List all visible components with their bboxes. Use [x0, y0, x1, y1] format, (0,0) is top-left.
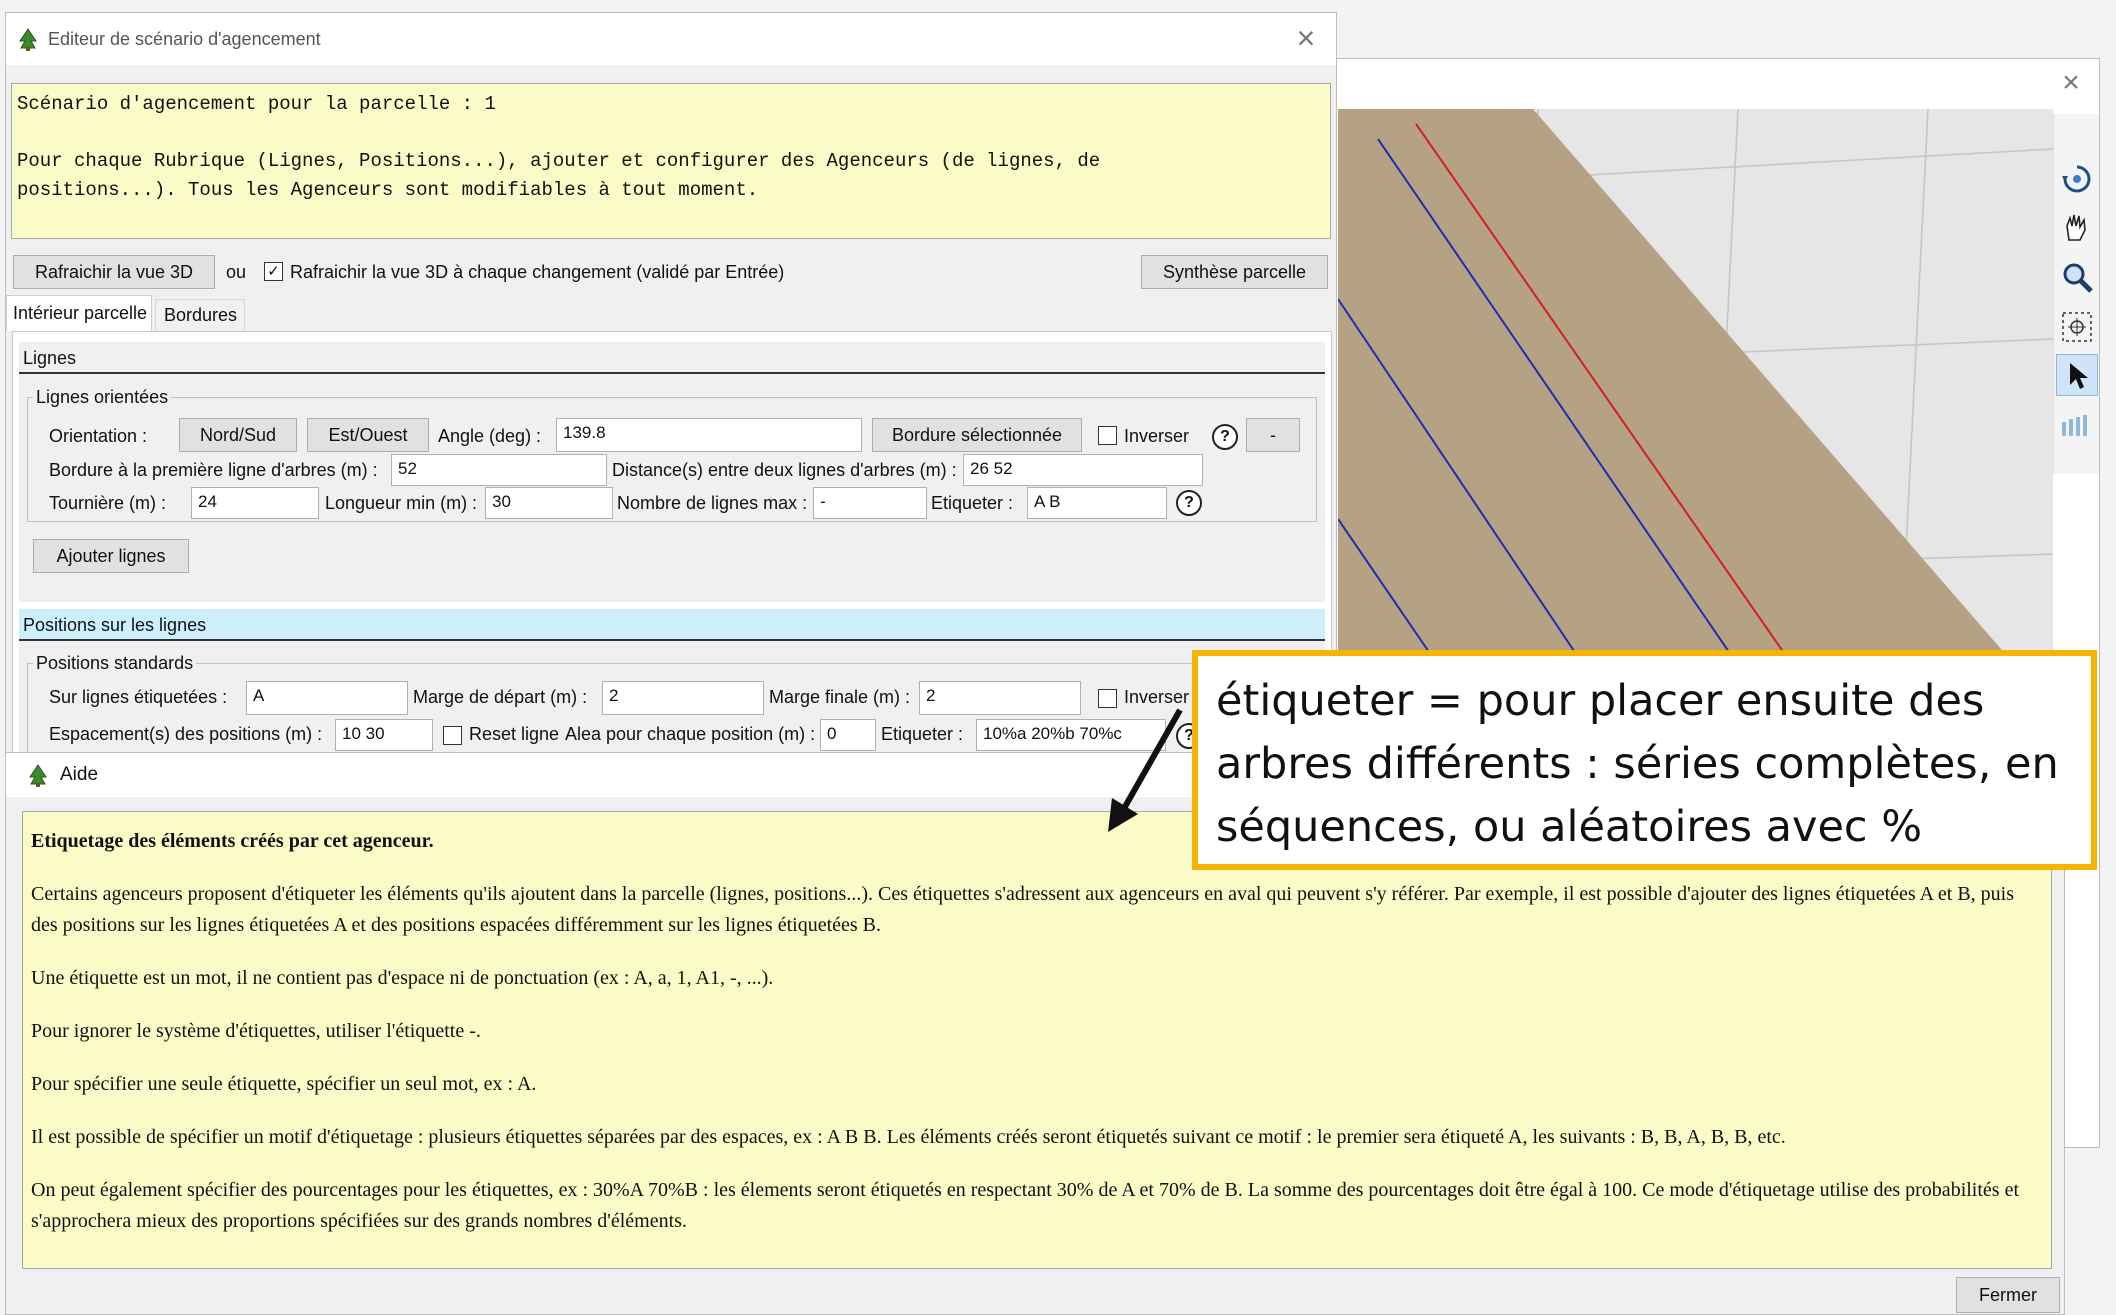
positions-header-rule — [19, 639, 1325, 641]
editor-close-button[interactable]: × — [1289, 19, 1323, 57]
marge-finale-input[interactable]: 2 — [919, 681, 1081, 715]
positions-header: Positions sur les lignes — [23, 615, 207, 635]
aide-paragraph-5: Il est possible de spécifier un motif d'… — [31, 1126, 1786, 1148]
editor-title: Editeur de scénario d'agencement — [48, 29, 321, 49]
lignes-orientees-title: Lignes orientées — [33, 385, 172, 409]
distance-lignes-input[interactable]: 26 52 — [963, 454, 1203, 486]
positions-etiqueter-label: Etiqueter : — [881, 724, 964, 744]
lignes-inverser-checkbox[interactable] — [1098, 426, 1117, 445]
alea-input[interactable]: 0 — [820, 719, 876, 751]
nord-sud-button[interactable]: Nord/Sud — [179, 418, 297, 452]
ajouter-lignes-button[interactable]: Ajouter lignes — [33, 539, 189, 573]
zoom-icon[interactable] — [2060, 260, 2094, 294]
aide-paragraph-6: On peut également spécifier des pourcent… — [31, 1179, 2020, 1232]
auto-refresh-checkbox[interactable]: ✓ — [264, 262, 283, 281]
bordure-premiere-input[interactable]: 52 — [391, 454, 607, 486]
bordure-selectionnee-button[interactable]: Bordure sélectionnée — [872, 418, 1082, 452]
lignes-header: Lignes — [23, 348, 77, 368]
aide-content: Etiquetage des éléments créés par cet ag… — [22, 811, 2052, 1269]
view3d-canvas[interactable] — [1338, 109, 2053, 709]
lignes-etiqueter-label: Etiqueter : — [931, 493, 1014, 513]
info-line-parcel: Scénario d'agencement pour la parcelle :… — [17, 93, 496, 115]
marge-depart-input[interactable]: 2 — [602, 681, 764, 715]
longueur-min-input[interactable]: 30 — [485, 487, 613, 519]
lignes-inverser-label: Inverser — [1124, 426, 1190, 446]
espacement-input[interactable]: 10 30 — [335, 719, 433, 751]
positions-header-bar — [19, 609, 1325, 639]
callout-text: étiqueter = pour placer ensuite des arbr… — [1216, 676, 2059, 852]
view3d-close-button[interactable]: × — [2056, 65, 2086, 101]
angle-input[interactable]: 139.8 — [556, 418, 862, 452]
aide-title: Aide — [60, 764, 99, 785]
sur-lignes-label: Sur lignes étiquetées : — [49, 687, 228, 707]
info-line-instructions-1: Pour chaque Rubrique (Lignes, Positions.… — [17, 150, 1101, 172]
lignes-section: Lignes Lignes orientées Orientation : No… — [19, 342, 1325, 602]
or-text: ou — [226, 262, 247, 282]
lignes-etiqueter-input[interactable]: A B — [1027, 487, 1167, 519]
reset-ligne-checkbox[interactable] — [443, 726, 462, 745]
tourniere-label: Tournière (m) : — [49, 493, 167, 513]
alea-label: Alea pour chaque position (m) : — [565, 724, 816, 744]
espacement-label: Espacement(s) des positions (m) : — [49, 724, 323, 744]
select-pointer-button[interactable] — [2056, 354, 2098, 396]
aide-paragraph-4: Pour spécifier une seule étiquette, spéc… — [31, 1073, 537, 1095]
refresh-3d-button[interactable]: Rafraichir la vue 3D — [13, 255, 215, 289]
editor-info-panel: Scénario d'agencement pour la parcelle :… — [11, 83, 1331, 239]
longueur-min-label: Longueur min (m) : — [325, 493, 478, 513]
angle-label: Angle (deg) : — [438, 426, 542, 446]
editor-titlebar: Editeur de scénario d'agencement × — [6, 13, 1336, 65]
rotate-icon[interactable] — [2060, 162, 2094, 196]
info-line-instructions-2: positions...). Tous les Agenceurs sont m… — [17, 179, 759, 201]
view3d-toolbar — [2053, 114, 2099, 474]
fermer-button[interactable]: Fermer — [1956, 1277, 2060, 1313]
aide-tree-icon — [29, 764, 47, 787]
distance-lignes-label: Distance(s) entre deux lignes d'arbres (… — [612, 460, 957, 480]
tab-bordures-label: Bordures — [164, 305, 238, 325]
etiqueter-help-icon[interactable]: ? — [1176, 490, 1202, 516]
pan-hand-icon[interactable] — [2060, 210, 2094, 244]
center-target-icon[interactable] — [2060, 310, 2094, 344]
tab-interieur-label: Intérieur parcelle — [13, 303, 148, 323]
orientation-label: Orientation : — [49, 426, 148, 446]
nombre-lignes-input[interactable]: - — [813, 487, 927, 519]
callout-arrow — [1108, 708, 1183, 832]
est-ouest-button[interactable]: Est/Ouest — [307, 418, 429, 452]
lignes-header-rule — [19, 372, 1325, 374]
tourniere-input[interactable]: 24 — [191, 487, 319, 519]
marge-finale-label: Marge finale (m) : — [769, 687, 911, 707]
synthese-parcelle-button[interactable]: Synthèse parcelle — [1141, 255, 1328, 289]
positions-standards-title: Positions standards — [33, 651, 197, 675]
tab-bordures[interactable]: Bordures — [155, 299, 245, 331]
sur-lignes-input[interactable]: A — [246, 681, 408, 715]
aide-paragraph-3: Pour ignorer le système d'étiquettes, ut… — [31, 1020, 481, 1042]
nombre-lignes-label: Nombre de lignes max : — [617, 493, 808, 513]
aide-paragraph-2: Une étiquette est un mot, il ne contient… — [31, 967, 774, 989]
marge-depart-label: Marge de départ (m) : — [413, 687, 588, 707]
select-pointer-icon — [2070, 363, 2088, 389]
remove-agenceur-button[interactable]: - — [1246, 418, 1300, 452]
editor-window: Editeur de scénario d'agencement × Scéna… — [5, 12, 1337, 773]
callout-box: étiqueter = pour placer ensuite des arbr… — [1192, 650, 2097, 870]
tab-interieur-parcelle[interactable]: Intérieur parcelle — [6, 295, 152, 331]
lignes-help-icon[interactable]: ? — [1212, 424, 1238, 450]
auto-refresh-label: Rafraichir la vue 3D à chaque changement… — [290, 262, 785, 282]
aide-paragraph-1: Certains agenceurs proposent d'étiqueter… — [31, 883, 2015, 936]
app-tree-icon — [19, 28, 37, 51]
scale-bars-icon[interactable] — [2060, 414, 2094, 438]
reset-ligne-label: Reset ligne — [469, 724, 560, 744]
bordure-premiere-label: Bordure à la première ligne d'arbres (m)… — [49, 460, 378, 480]
